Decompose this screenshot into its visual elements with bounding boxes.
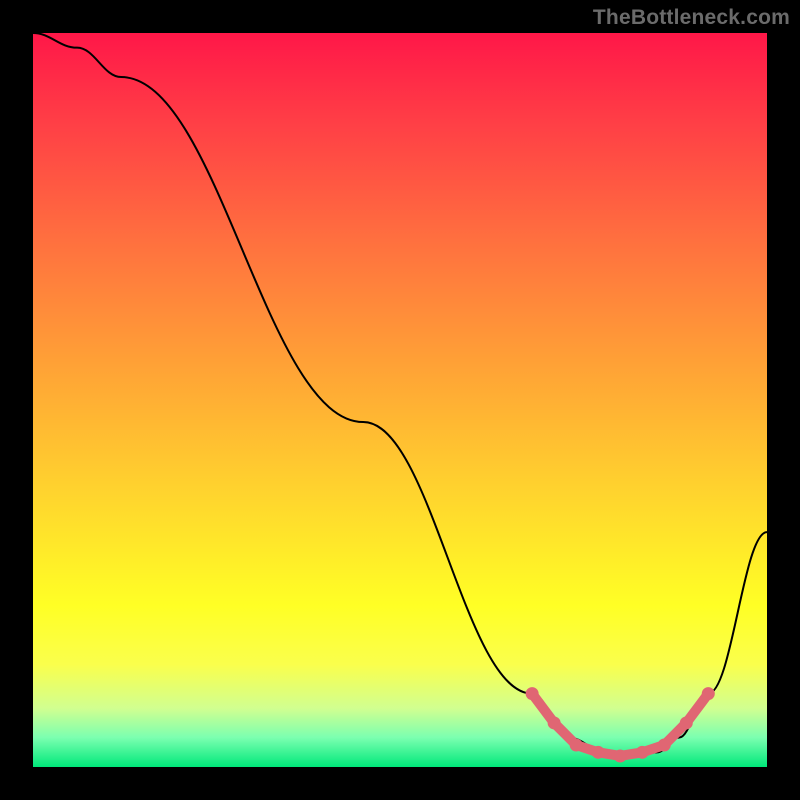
optimal-region-dot	[702, 687, 715, 700]
watermark: TheBottleneck.com	[593, 6, 790, 30]
optimal-region-dot	[570, 738, 583, 751]
optimal-region-dot	[680, 716, 693, 729]
optimal-region-dot	[548, 716, 561, 729]
bottleneck-curve	[33, 33, 767, 756]
optimal-region-dot	[592, 746, 605, 759]
chart-svg	[33, 33, 767, 767]
optimal-region-dot	[526, 687, 539, 700]
plot-area	[33, 33, 767, 767]
chart-frame: TheBottleneck.com	[0, 0, 800, 800]
optimal-region-markers	[526, 687, 715, 762]
optimal-region-dot	[636, 746, 649, 759]
optimal-region-dot	[614, 749, 627, 762]
optimal-region-dot	[658, 738, 671, 751]
